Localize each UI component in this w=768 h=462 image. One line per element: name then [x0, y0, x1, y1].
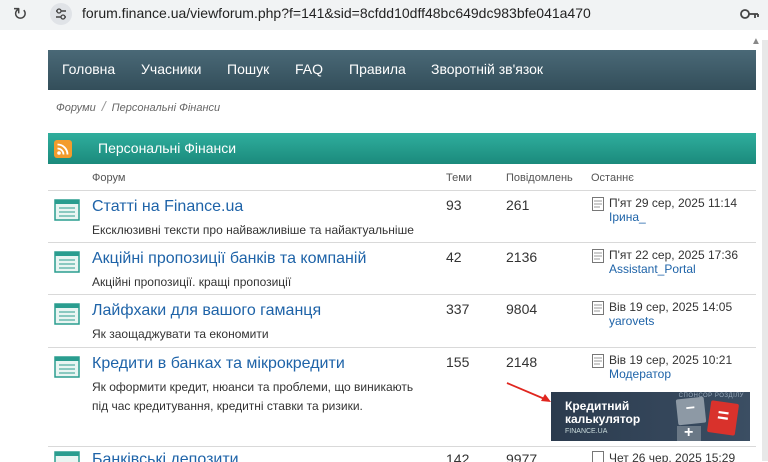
url-field[interactable]: forum.finance.ua/viewforum.php?f=141&sid…	[82, 5, 591, 21]
forum-description: Ексклюзивні тексти про найважливіше та н…	[92, 221, 414, 240]
topics-count: 42	[446, 249, 462, 265]
forum-row: Статті на Finance.ua Ексклюзивні тексти …	[48, 190, 756, 243]
column-last: Останнє	[591, 172, 634, 184]
posts-count: 2136	[506, 249, 537, 265]
last-post-user[interactable]: yarovets	[609, 314, 654, 328]
nav-home[interactable]: Головна	[62, 61, 115, 77]
column-topics: Теми	[446, 172, 472, 184]
last-post-icon[interactable]	[592, 451, 604, 462]
nav-members[interactable]: Учасники	[141, 61, 201, 77]
breadcrumb: Форуми / Персональні Фінанси	[56, 98, 220, 114]
calculator-plus-key-icon: +	[677, 426, 701, 441]
credit-calculator-ad[interactable]: СПОНСОР РОЗДІЛУ Кредитний калькулятор FI…	[551, 392, 750, 441]
topics-count: 155	[446, 354, 469, 370]
forum-read-icon	[54, 303, 80, 325]
forum-read-icon	[54, 356, 80, 378]
ad-title: Кредитний калькулятор	[565, 400, 640, 426]
posts-count: 2148	[506, 354, 537, 370]
last-post-user[interactable]: Модератор	[609, 367, 671, 381]
last-post-date: Вів 19 сер, 2025 14:05	[609, 300, 732, 314]
scrollbar[interactable]	[762, 40, 768, 461]
calculator-equals-key-icon: =	[707, 400, 739, 436]
forum-title: Персональні Фінанси	[98, 140, 236, 156]
nav-feedback[interactable]: Зворотній зв'язок	[431, 61, 543, 77]
main-nav: Головна Учасники Пошук FAQ Правила Зворо…	[48, 50, 756, 90]
last-post-date: П'ят 29 сер, 2025 11:14	[609, 196, 737, 210]
scroll-up-icon[interactable]: ▲	[751, 36, 761, 47]
site-info-icon[interactable]	[50, 3, 72, 25]
forum-row: Акційні пропозиції банків та компаній Ак…	[48, 242, 756, 295]
topics-count: 142	[446, 451, 469, 462]
nav-faq[interactable]: FAQ	[295, 61, 323, 77]
posts-count: 9977	[506, 451, 537, 462]
forum-title-link[interactable]: Статті на Finance.ua	[92, 198, 243, 216]
breadcrumb-separator: /	[102, 98, 106, 114]
password-key-icon[interactable]	[740, 6, 760, 22]
posts-count: 9804	[506, 301, 537, 317]
forum-title-link[interactable]: Кредити в банках та мікрокредити	[92, 355, 345, 373]
reload-icon[interactable]: ↻	[10, 4, 30, 24]
last-post-date: П'ят 22 сер, 2025 17:36	[609, 248, 738, 262]
last-post-user[interactable]: Ірина_	[609, 210, 646, 224]
ad-site: FINANCE.UA	[565, 428, 607, 435]
forum-row: Банківські депозити 142 9977 Чет 26 чер,…	[48, 446, 756, 462]
forum-header: Персональні Фінанси	[48, 133, 756, 164]
forum-title-link[interactable]: Акційні пропозиції банків та компаній	[92, 250, 366, 268]
last-post-date: Чет 26 чер, 2025 15:29	[609, 451, 735, 462]
column-forum: Форум	[92, 172, 125, 184]
column-posts: Повідомлень	[506, 172, 573, 184]
topics-count: 337	[446, 301, 469, 317]
nav-rules[interactable]: Правила	[349, 61, 406, 77]
forum-row: Лайфхаки для вашого гаманця Як заощаджув…	[48, 294, 756, 347]
forum-title-link[interactable]: Банківські депозити	[92, 451, 239, 462]
forum-description: Як заощаджувати та економити	[92, 325, 269, 344]
posts-count: 261	[506, 197, 529, 213]
last-post-user[interactable]: Assistant_Portal	[609, 262, 696, 276]
forum-read-icon	[54, 251, 80, 273]
nav-search[interactable]: Пошук	[227, 61, 269, 77]
calculator-minus-key-icon: −	[676, 397, 707, 426]
forum-title-link[interactable]: Лайфхаки для вашого гаманця	[92, 302, 321, 320]
rss-icon[interactable]	[54, 140, 72, 158]
forum-description: Акційні пропозиції. кращі пропозиції	[92, 273, 291, 292]
forum-description: Як оформити кредит, нюанси та проблеми, …	[92, 378, 413, 416]
forum-read-icon	[54, 451, 80, 462]
forum-read-icon	[54, 199, 80, 221]
last-post-icon[interactable]	[592, 249, 604, 263]
breadcrumb-current[interactable]: Персональні Фінанси	[112, 102, 220, 114]
last-post-icon[interactable]	[592, 197, 604, 211]
breadcrumb-forums[interactable]: Форуми	[56, 102, 96, 114]
last-post-icon[interactable]	[592, 301, 604, 315]
browser-address-bar: ↻ forum.finance.ua/viewforum.php?f=141&s…	[0, 0, 768, 31]
red-arrow-annotation	[505, 380, 555, 406]
last-post-icon[interactable]	[592, 354, 604, 368]
last-post-date: Вів 19 сер, 2025 10:21	[609, 353, 732, 367]
topics-count: 93	[446, 197, 462, 213]
